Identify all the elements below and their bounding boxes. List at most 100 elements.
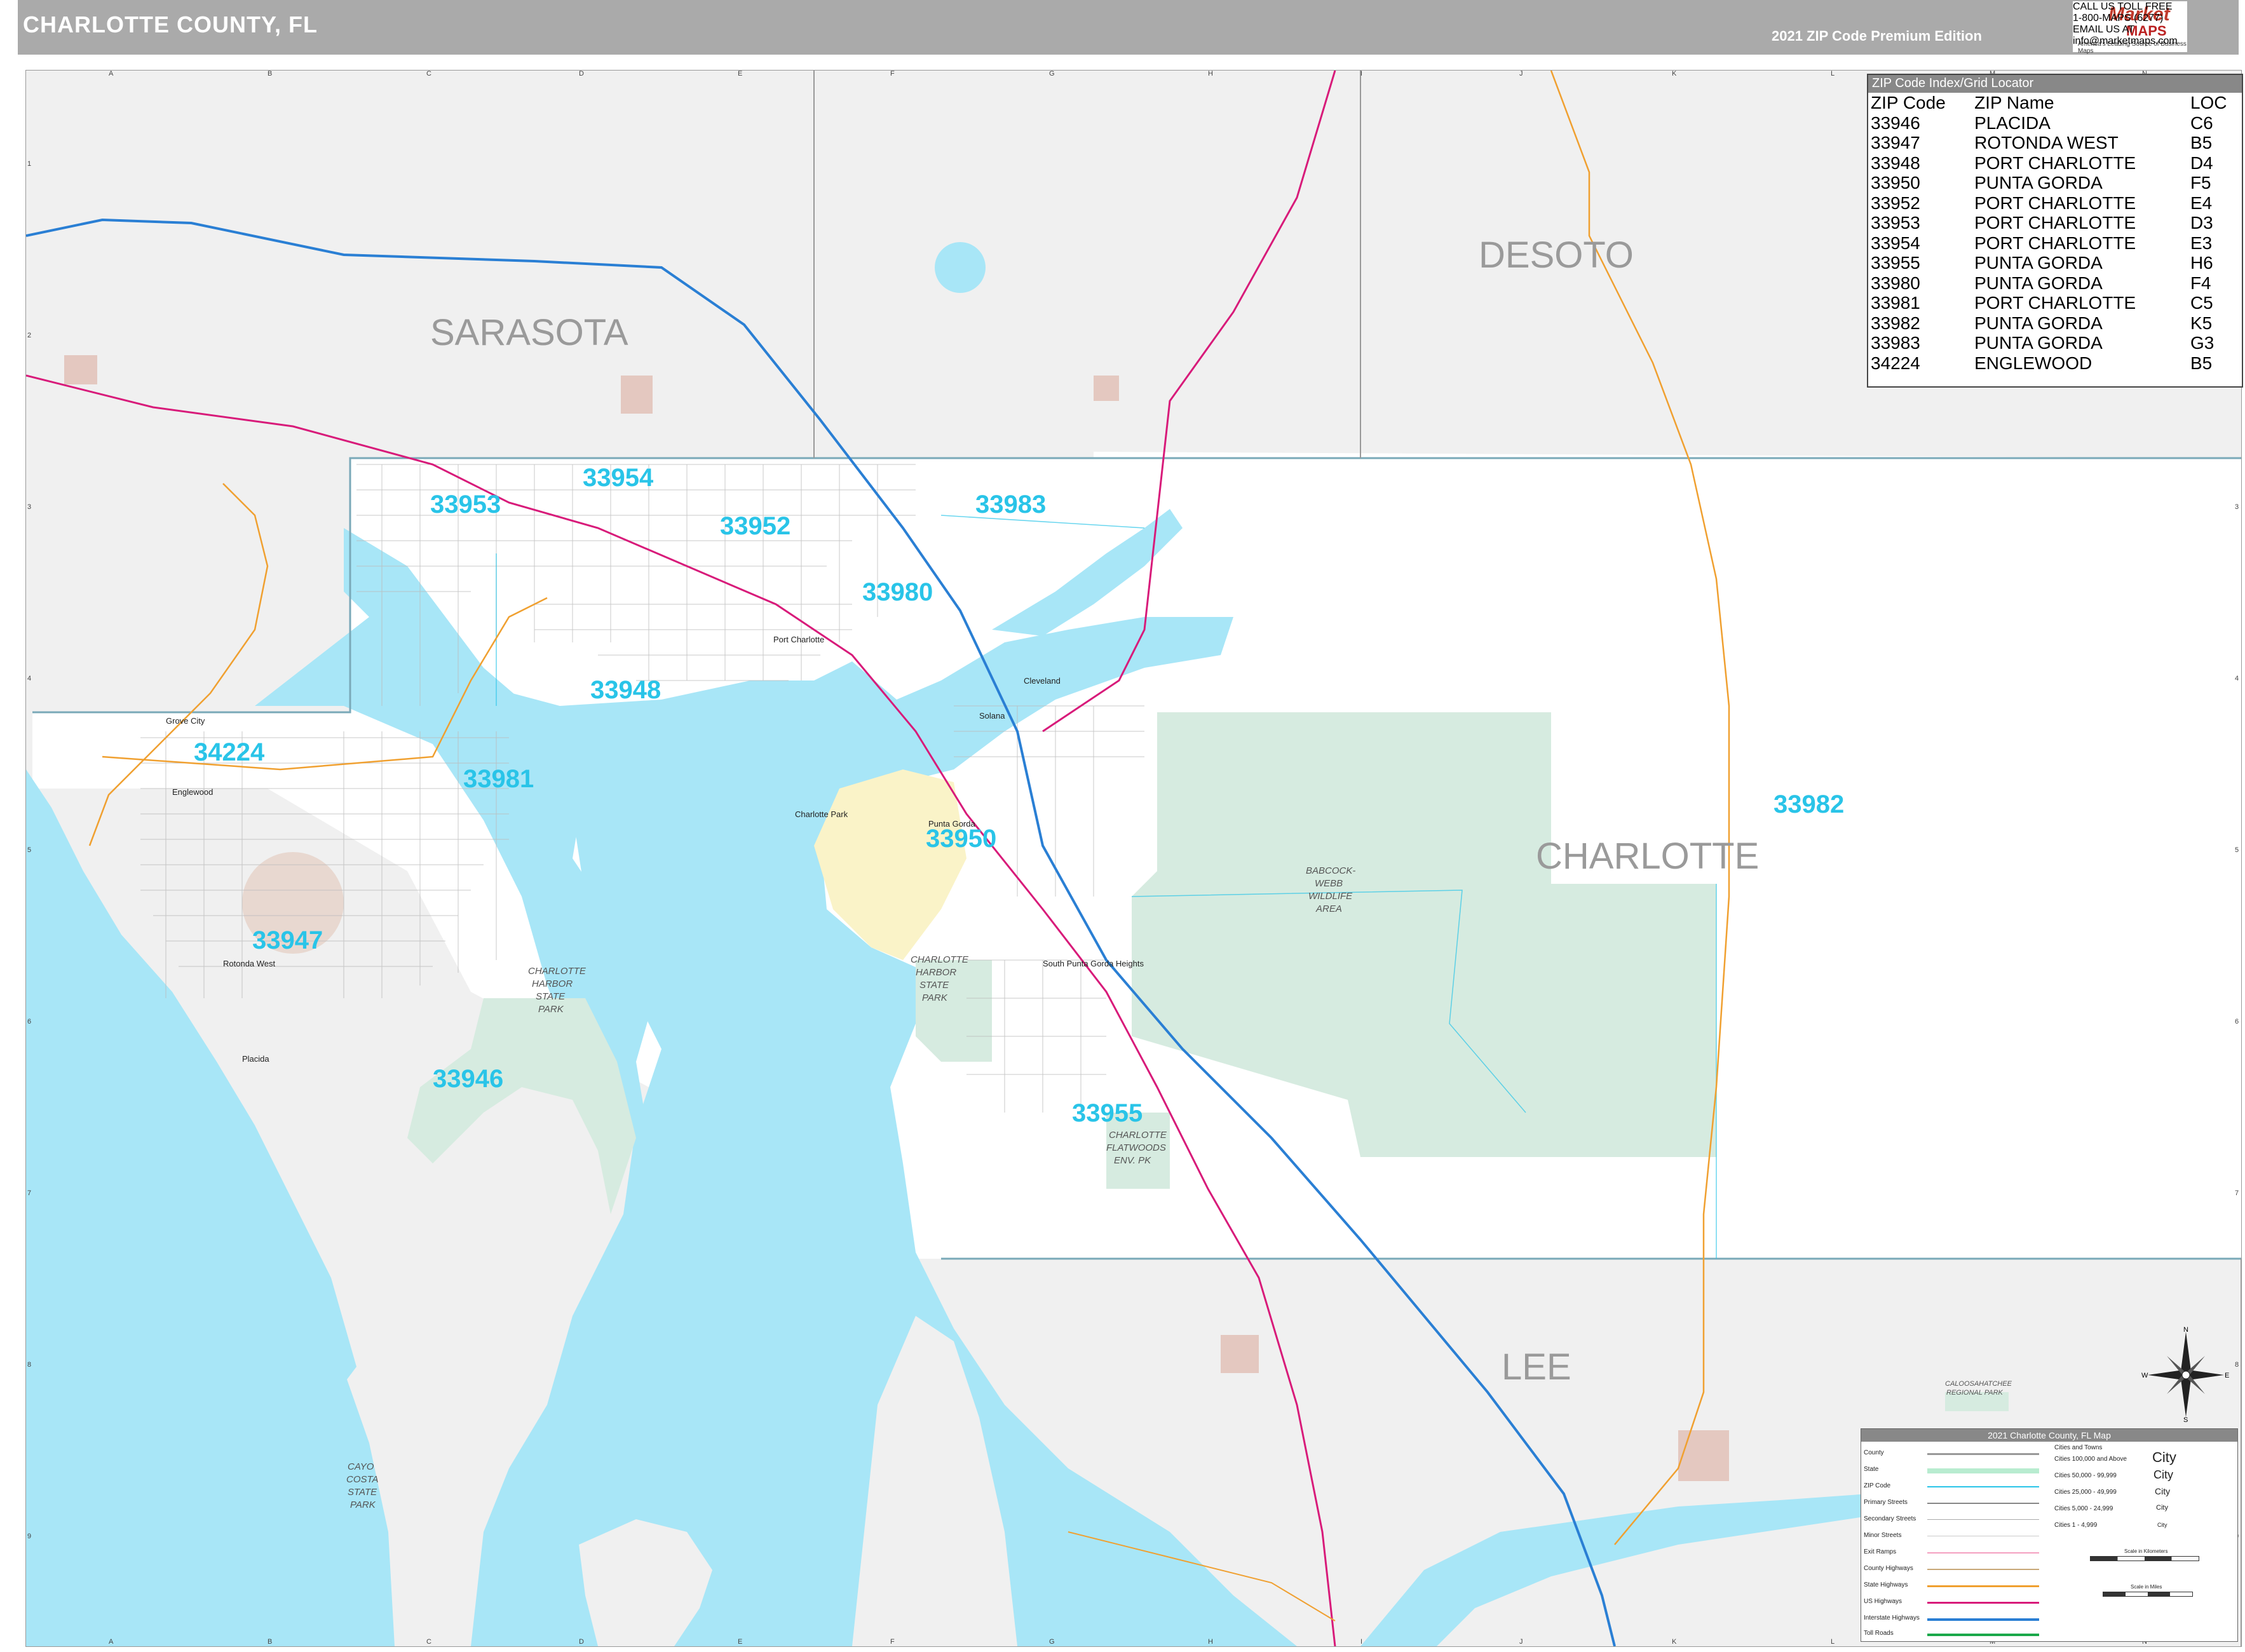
legend-item: State (1864, 1466, 1879, 1473)
zip-label: 33983 (975, 491, 1046, 518)
svg-text:CALOOSAHATCHEE: CALOOSAHATCHEE (1945, 1380, 2012, 1388)
svg-text:COSTA: COSTA (346, 1474, 379, 1485)
logo-contact: CALL US TOLL FREE 1-800-MAPS (6277) EMAI… (2073, 1, 2187, 52)
contact-line: 1-800-MAPS (6277) (2073, 13, 2164, 24)
map-header-bar: CHARLOTTE COUNTY, FL 2021 ZIP Code Premi… (18, 0, 2239, 55)
zip-label: 33947 (252, 926, 323, 954)
scale-bar-km (2090, 1556, 2199, 1561)
table-row: 33983 PUNTA GORDA G3 (1871, 333, 2214, 353)
legend-item: Exit Ramps (1864, 1548, 1897, 1555)
svg-text:WILDLIFE: WILDLIFE (1308, 891, 1353, 902)
legend-item: ZIP Code (1864, 1482, 1891, 1489)
county-label-lee: LEE (1502, 1346, 1571, 1388)
grid-number: 4 (2235, 675, 2239, 682)
legend-item: State Highways (1864, 1581, 1908, 1588)
zip-label: 33955 (1072, 1099, 1143, 1127)
svg-text:CAYO: CAYO (348, 1461, 374, 1472)
scale-bar-mi (2103, 1592, 2193, 1597)
grid-number: 1 (27, 160, 31, 168)
grid-letter: D (579, 71, 584, 78)
table-row: 34224 ENGLEWOOD B5 (1871, 353, 2213, 373)
legend-sample-zip (1927, 1486, 2039, 1487)
zip-label: 33953 (430, 491, 501, 518)
legend-sample-county-hwy (1927, 1569, 2039, 1570)
map-legend: 2021 Charlotte County, FL Map County Sta… (1861, 1428, 2238, 1642)
legend-sample-state-hwy (1927, 1585, 2039, 1587)
county-label-charlotte: CHARLOTTE (1536, 836, 1759, 877)
svg-text:PARK: PARK (538, 1004, 564, 1015)
grid-letter: I (1360, 1638, 1362, 1646)
svg-text:STATE: STATE (536, 991, 566, 1002)
zip-label: 33954 (583, 464, 654, 492)
legend-item: Secondary Streets (1864, 1515, 1916, 1522)
grid-letter: H (1208, 71, 1213, 78)
legend-city-class: Cities 1 - 4,999 (2054, 1522, 2098, 1529)
table-row: 33955 PUNTA GORDA H6 (1871, 253, 2213, 273)
urban-patch (621, 376, 653, 414)
grid-letter: L (1831, 1638, 1835, 1646)
grid-number: 3 (2235, 503, 2239, 511)
legend-city-sample: City (2153, 1468, 2173, 1481)
zip-label: 33946 (433, 1065, 503, 1093)
legend-cities-header: Cities and Towns (2054, 1444, 2103, 1451)
grid-letter: K (1672, 1638, 1677, 1646)
legend-sample-primary (1927, 1503, 2039, 1504)
legend-sample-county (1927, 1453, 2039, 1455)
grid-letter: D (579, 1638, 584, 1646)
grid-letter: C (426, 71, 431, 78)
legend-item: US Highways (1864, 1598, 1902, 1605)
grid-letter: F (890, 71, 895, 78)
grid-number: 3 (27, 503, 31, 511)
svg-text:STATE: STATE (348, 1487, 377, 1498)
city-label-solana: Solana (979, 711, 1005, 721)
table-row: 33982 PUNTA GORDA K5 (1871, 313, 2213, 333)
legend-item: Minor Streets (1864, 1532, 1902, 1539)
grid-number: 6 (2235, 1018, 2239, 1026)
grid-letter: B (268, 1638, 272, 1646)
compass-e: E (2225, 1372, 2229, 1379)
edition-label: 2021 ZIP Code Premium Edition (1772, 28, 1982, 44)
zip-index-header-row: ZIP Code ZIP Name LOC (1868, 93, 2242, 113)
grid-number: 2 (27, 332, 31, 339)
urban-patch (64, 355, 97, 384)
column-header: LOC (2190, 93, 2227, 112)
city-label-port-charlotte: Port Charlotte (773, 635, 824, 644)
legend-city-class: Cities 50,000 - 99,999 (2054, 1472, 2117, 1479)
legend-city-class: Cities 100,000 and Above (2054, 1456, 2127, 1463)
column-header: ZIP Name (1974, 93, 2054, 112)
city-label-cleveland: Cleveland (1024, 676, 1061, 686)
legend-city-class: Cities 25,000 - 49,999 (2054, 1489, 2117, 1496)
legend-city-sample: City (2156, 1504, 2168, 1512)
svg-text:BABCOCK-: BABCOCK- (1306, 865, 1355, 876)
grid-letter: J (1519, 1638, 1523, 1646)
zip-label: 33982 (1774, 790, 1844, 818)
contact-line: EMAIL US AT (2073, 24, 2134, 35)
grid-letter: A (109, 71, 114, 78)
city-label-charlotte-park: Charlotte Park (795, 809, 848, 819)
city-label-grove-city: Grove City (166, 716, 205, 726)
grid-letter: E (738, 1638, 742, 1646)
svg-text:STATE: STATE (919, 980, 949, 991)
legend-scale-mi: Scale in Miles (2131, 1584, 2162, 1590)
legend-sample-us-hwy (1927, 1602, 2039, 1604)
county-label-desoto: DESOTO (1479, 234, 1634, 276)
legend-item: Toll Roads (1864, 1630, 1894, 1637)
grid-number: 5 (27, 846, 31, 854)
legend-item: Primary Streets (1864, 1499, 1908, 1506)
grid-letter: I (1360, 71, 1362, 78)
zip-label: 34224 (194, 738, 265, 766)
grid-letter: F (890, 1638, 895, 1646)
grid-number: 8 (27, 1361, 31, 1369)
grid-letter: K (1672, 71, 1677, 78)
zip-label: 33952 (720, 512, 790, 540)
svg-text:HARBOR: HARBOR (532, 978, 573, 989)
legend-item: County Highways (1864, 1565, 1913, 1572)
svg-text:AREA: AREA (1315, 904, 1342, 914)
grid-letter: G (1049, 1638, 1055, 1646)
table-row: 33948 PORT CHARLOTTE D4 (1871, 152, 2213, 173)
zip-label: 33981 (463, 765, 534, 793)
county-label-sarasota: SARASOTA (430, 312, 628, 353)
grid-number: 7 (27, 1189, 31, 1197)
table-row: 33946 PLACIDA C6 (1871, 112, 2213, 133)
zip-index-grid-locator: ZIP Code Index/Grid Locator ZIP Code ZIP… (1867, 74, 2243, 388)
